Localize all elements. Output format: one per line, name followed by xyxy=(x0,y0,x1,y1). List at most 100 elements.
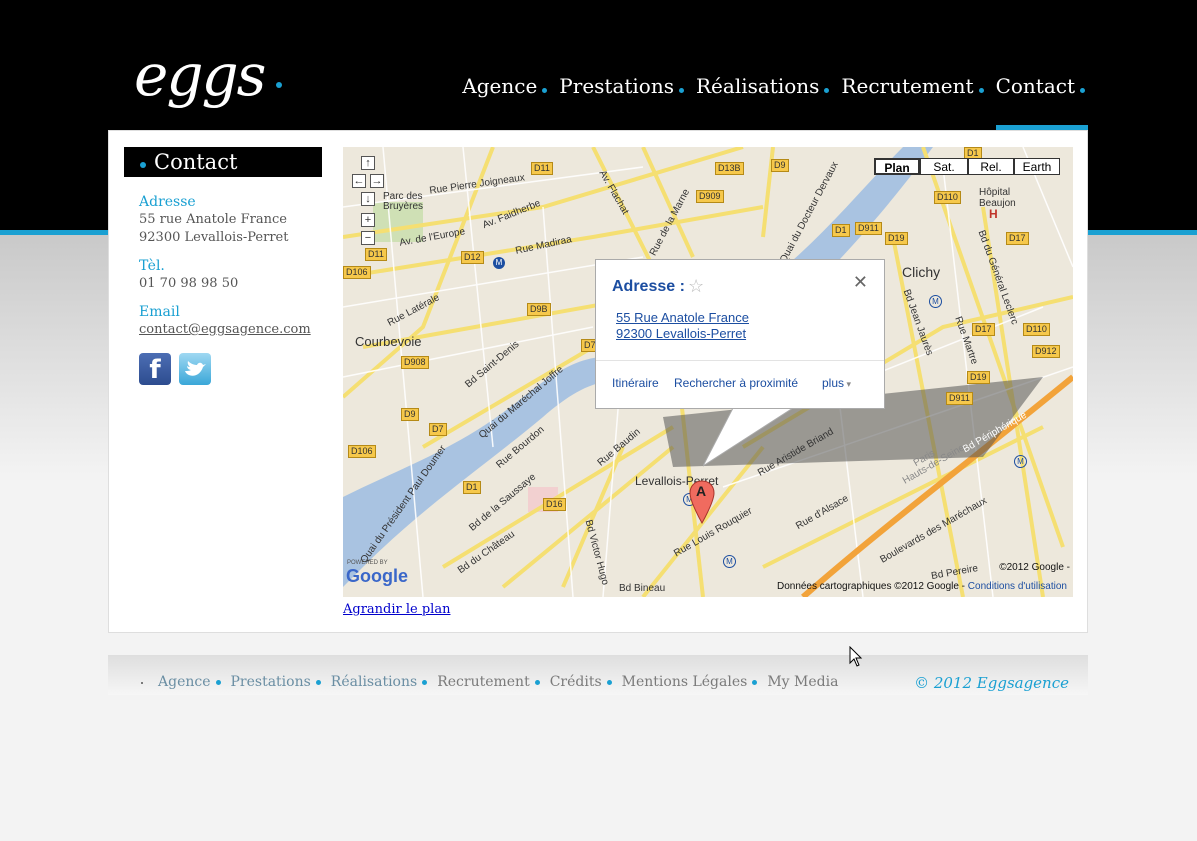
footer-dot xyxy=(752,679,758,685)
nav-item-realisations[interactable]: Réalisations xyxy=(696,74,830,98)
road-badge: D16 xyxy=(543,498,566,511)
road-badge: D11 xyxy=(365,248,387,261)
map-type-selector: Plan Sat. Rel. Earth xyxy=(874,158,1060,175)
footer-dot xyxy=(315,679,321,685)
road-badge: D110 xyxy=(1023,323,1050,336)
info-divider xyxy=(596,360,884,361)
nav-item-recrutement[interactable]: Recrutement xyxy=(841,74,984,98)
info-address-line2[interactable]: 92300 Levallois-Perret xyxy=(616,326,746,341)
footer-start-dot xyxy=(141,682,143,684)
star-icon[interactable]: ☆ xyxy=(688,276,704,297)
nav-dot xyxy=(542,88,548,93)
pan-down-button[interactable]: ↓ xyxy=(361,192,375,206)
contact-heading: Contact xyxy=(124,147,322,177)
close-icon[interactable]: ✕ xyxy=(853,272,868,293)
phone-number: 01 70 98 98 50 xyxy=(139,276,239,291)
logo[interactable]: eggs xyxy=(134,40,266,110)
map-type-sat[interactable]: Sat. xyxy=(920,158,968,175)
info-title: Adresse : xyxy=(612,278,685,295)
map-label-parc: Parc des Bruyères xyxy=(383,191,424,212)
footer-link-label: Crédits xyxy=(549,674,602,690)
footer-link-prestations[interactable]: Prestations xyxy=(231,674,321,690)
marker-label: A xyxy=(696,483,707,499)
nav-label: Agence xyxy=(462,74,538,98)
hospital-icon: H xyxy=(989,207,998,221)
road-badge: D106 xyxy=(343,266,371,279)
road-badge: D911 xyxy=(946,392,973,405)
road-badge: D19 xyxy=(885,232,908,245)
info-window-tail xyxy=(703,408,794,467)
address-label: Adresse xyxy=(139,194,196,210)
road-badge: D908 xyxy=(401,356,429,369)
footer-link-agence[interactable]: Agence xyxy=(158,674,221,690)
nav-dot xyxy=(824,88,830,93)
footer-dot xyxy=(215,679,221,685)
map-label-courbevoie: Courbevoie xyxy=(355,334,422,349)
nav-item-prestations[interactable]: Prestations xyxy=(559,74,684,98)
metro-icon: M xyxy=(723,555,736,568)
footer-link-label: Réalisations xyxy=(330,674,418,690)
footer-link-label: My Media xyxy=(767,674,839,690)
footer-link-recrutement[interactable]: Recrutement xyxy=(437,674,540,690)
itinerary-link[interactable]: Itinéraire xyxy=(612,376,659,390)
map-type-earth[interactable]: Earth xyxy=(1014,158,1060,175)
nav-label: Recrutement xyxy=(841,74,974,98)
enlarge-map-link[interactable]: Agrandir le plan xyxy=(343,602,450,617)
search-nearby-link[interactable]: Rechercher à proximité xyxy=(674,376,798,390)
mouse-cursor-icon xyxy=(849,646,863,667)
road-badge: D911 xyxy=(855,222,882,235)
email-link[interactable]: contact@eggsagence.com xyxy=(139,321,311,339)
map-label-clichy: Clichy xyxy=(902,264,941,280)
footer-link-mentions[interactable]: Mentions Légales xyxy=(622,674,758,690)
address-block: Adresse 55 rue Anatole France 92300 Leva… xyxy=(139,193,288,247)
info-address-line1[interactable]: 55 Rue Anatole France xyxy=(616,310,749,325)
road-badge: D9 xyxy=(401,408,419,421)
nav-item-agence[interactable]: Agence xyxy=(462,74,548,98)
road-badge: D17 xyxy=(1006,232,1029,245)
road-badge: D110 xyxy=(934,191,961,204)
footer-dot xyxy=(422,679,428,685)
footer-link-label: Prestations xyxy=(230,674,311,690)
footer-link-mymedia[interactable]: My Media xyxy=(767,674,838,690)
footer-dot xyxy=(534,679,540,685)
google-logo[interactable]: Google xyxy=(346,566,408,587)
road-badge: D11 xyxy=(531,162,553,175)
logo-dot xyxy=(276,82,282,88)
footer-link-realisations[interactable]: Réalisations xyxy=(330,674,428,690)
chevron-down-icon: ▾ xyxy=(844,379,852,389)
nav-label: Prestations xyxy=(559,74,674,98)
phone-block: Tèl. 01 70 98 98 50 xyxy=(139,257,238,293)
terms-link[interactable]: Conditions d'utilisation xyxy=(968,581,1067,592)
footer-copyright: © 2012 Eggsagence xyxy=(914,674,1069,692)
nav-dot xyxy=(1080,88,1085,93)
map-type-plan[interactable]: Plan xyxy=(874,158,920,175)
metro-icon: M xyxy=(1014,455,1027,468)
zoom-out-button[interactable]: − xyxy=(361,231,375,245)
footer-link-label: Recrutement xyxy=(437,674,530,690)
road-badge: D13B xyxy=(715,162,744,175)
map-type-rel[interactable]: Rel. xyxy=(968,158,1014,175)
facebook-icon[interactable]: f xyxy=(139,353,171,385)
nav-dot xyxy=(679,88,684,93)
address-line1: 55 rue Anatole France xyxy=(139,212,287,227)
nav-label: Réalisations xyxy=(696,74,820,98)
pan-right-button[interactable]: → xyxy=(370,174,384,188)
road-badge: D17 xyxy=(972,323,995,336)
phone-label: Tèl. xyxy=(139,258,165,274)
footer-link-credits[interactable]: Crédits xyxy=(550,674,612,690)
pan-up-button[interactable]: ↑ xyxy=(361,156,375,170)
email-label: Email xyxy=(139,304,180,320)
road-badge: D106 xyxy=(348,445,376,458)
twitter-icon[interactable] xyxy=(179,353,211,385)
main-nav: Agence Prestations Réalisations Recrutem… xyxy=(450,74,1085,98)
pan-left-button[interactable]: ← xyxy=(352,174,366,188)
map-info-window: Adresse : ☆ ✕ 55 Rue Anatole France 9230… xyxy=(595,259,885,409)
nav-item-contact[interactable]: Contact xyxy=(996,74,1085,98)
footer-link-label: Agence xyxy=(158,674,211,690)
road-badge: D1 xyxy=(832,224,850,237)
road-badge: D9 xyxy=(771,159,789,172)
more-link[interactable]: plus ▾ xyxy=(822,376,851,390)
road-badge: D12 xyxy=(461,251,484,264)
google-map[interactable]: D11 D7 D1 D13B D9 D909 D110 D17 D19 D911… xyxy=(343,147,1073,597)
zoom-in-button[interactable]: + xyxy=(361,213,375,227)
